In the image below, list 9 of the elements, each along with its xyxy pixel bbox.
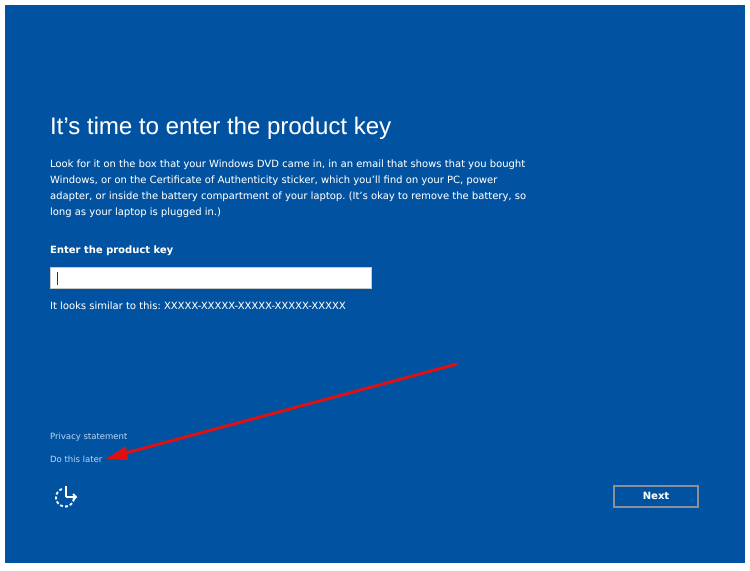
link[interactable]: Privacy statement	[50, 430, 128, 444]
page-title: It’s time to enter the product key	[50, 112, 392, 142]
accessibility-icon[interactable]	[55, 484, 79, 508]
link[interactable]: Do this later	[50, 453, 102, 467]
hint-text: It looks similar to this: XXXXX-XXXXX-XXXXX-XXXXX-XXXXX	[50, 301, 346, 312]
field-label: Enter the product key	[50, 245, 174, 256]
description-text: Look for it on the box that your Windows DVD came in, in an email that shows that you bought Windows, or on the Certificate of Authenticity sticker, which you’ll find on your PC, power adapter, or inside the battery compartment of your laptop. (It’s okay to remove the battery, so long as your laptop is plugged in.)	[50, 158, 528, 220]
product-key-field[interactable]	[50, 267, 372, 289]
next-button[interactable]: Next	[613, 485, 699, 508]
